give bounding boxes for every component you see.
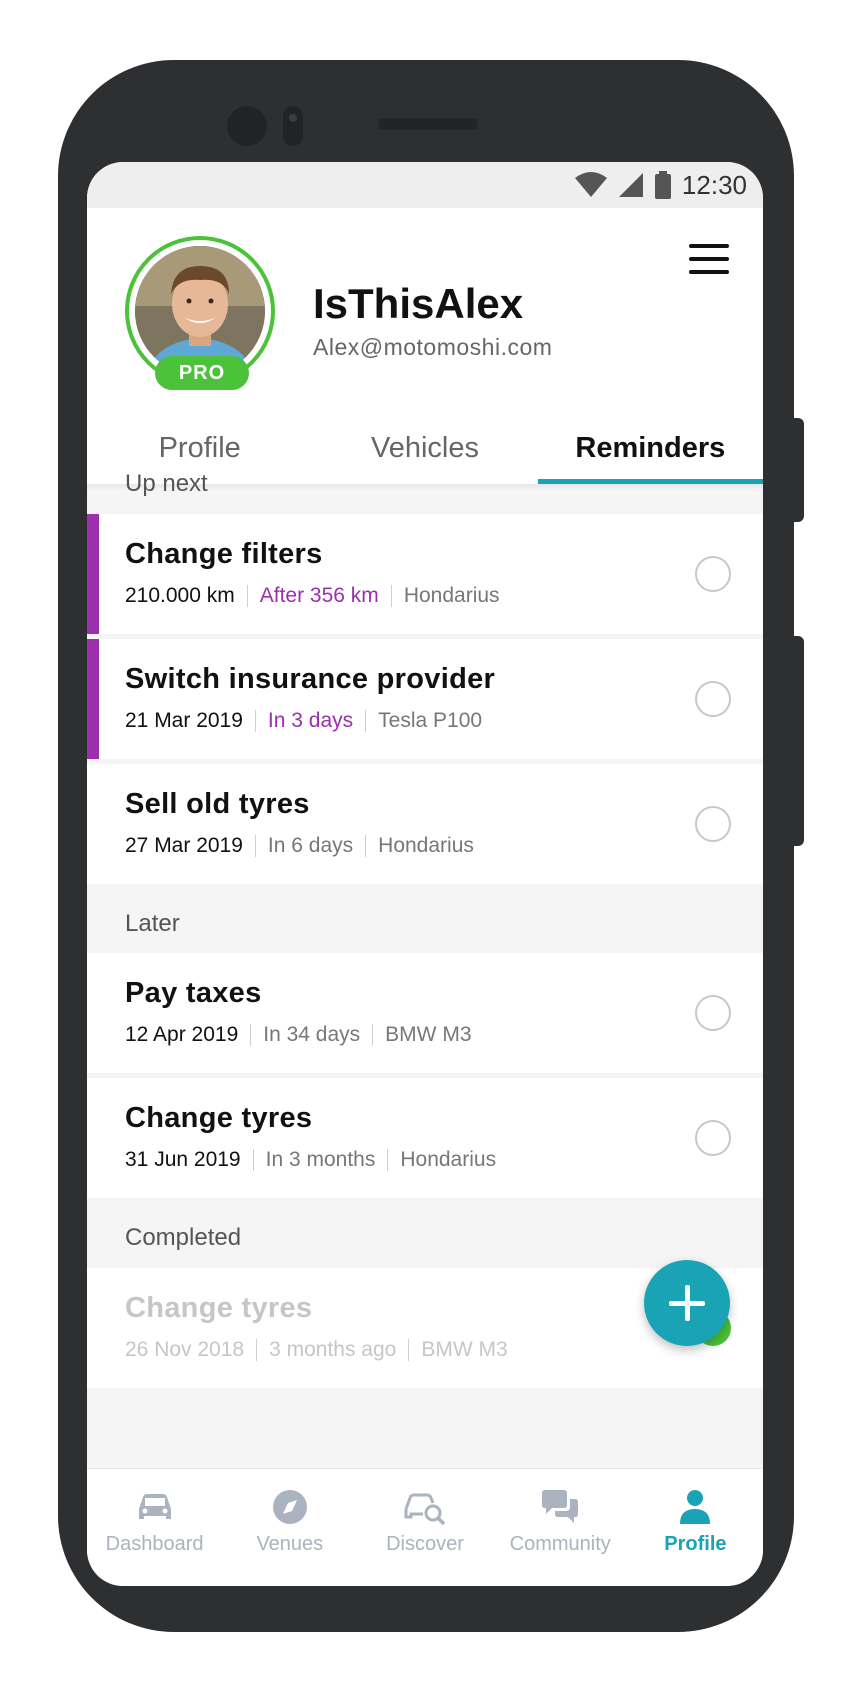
tab-vehicles[interactable]: Vehicles bbox=[312, 418, 537, 484]
reminder-meta: 12 Apr 2019 In 34 days BMW M3 bbox=[125, 1023, 472, 1047]
volume-button bbox=[790, 418, 804, 522]
reminder-due: After 356 km bbox=[259, 584, 379, 607]
urgent-indicator bbox=[87, 639, 99, 759]
complete-checkbox[interactable] bbox=[695, 556, 731, 592]
section-label-up-next: Up next bbox=[125, 470, 208, 497]
cellular-signal-icon bbox=[618, 173, 643, 197]
reminder-vehicle: Hondarius bbox=[403, 584, 500, 607]
car-icon bbox=[138, 1494, 171, 1519]
reminder-when: 210.000 km bbox=[125, 584, 235, 607]
reminder-vehicle: BMW M3 bbox=[385, 1023, 472, 1046]
complete-checkbox[interactable] bbox=[695, 681, 731, 717]
reminder-card[interactable]: Switch insurance provider 21 Mar 2019 In… bbox=[87, 639, 763, 759]
reminder-title: Change filters bbox=[125, 538, 323, 570]
nav-profile[interactable]: Profile bbox=[628, 1469, 763, 1586]
power-button bbox=[790, 636, 804, 846]
complete-checkbox[interactable] bbox=[695, 806, 731, 842]
nav-label: Community bbox=[509, 1533, 611, 1555]
earpiece-speaker bbox=[378, 118, 478, 130]
reminder-card[interactable]: Change filters 210.000 km After 356 km H… bbox=[87, 514, 763, 634]
car-search-icon bbox=[404, 1493, 446, 1526]
nav-dashboard[interactable]: Dashboard bbox=[87, 1469, 222, 1586]
complete-checkbox[interactable] bbox=[695, 1120, 731, 1156]
reminder-vehicle: Hondarius bbox=[378, 834, 474, 857]
reminder-due: 3 months ago bbox=[269, 1338, 397, 1361]
hamburger-menu-icon[interactable] bbox=[689, 244, 729, 274]
bottom-navigation: Dashboard Venues Discover Community Prof… bbox=[87, 1468, 763, 1586]
front-camera bbox=[227, 106, 267, 146]
compass-icon bbox=[272, 1490, 307, 1524]
user-email: Alex@motomoshi.com bbox=[313, 334, 553, 360]
reminder-title: Pay taxes bbox=[125, 977, 262, 1009]
reminder-card[interactable]: Pay taxes 12 Apr 2019 In 34 days BMW M3 bbox=[87, 953, 763, 1073]
section-label-completed: Completed bbox=[125, 1224, 242, 1251]
reminder-title: Switch insurance provider bbox=[125, 663, 496, 695]
reminder-vehicle: Hondarius bbox=[400, 1148, 497, 1171]
reminder-title: Change tyres bbox=[125, 1102, 313, 1134]
reminder-meta: 31 Jun 2019 In 3 months Hondarius bbox=[125, 1148, 496, 1172]
nav-discover[interactable]: Discover bbox=[357, 1469, 492, 1586]
reminder-title: Change tyres bbox=[125, 1292, 313, 1324]
reminder-card[interactable]: Change tyres 31 Jun 2019 In 3 months Hon… bbox=[87, 1078, 763, 1198]
nav-label: Discover bbox=[386, 1533, 464, 1555]
reminder-when: 31 Jun 2019 bbox=[125, 1148, 241, 1171]
battery-icon bbox=[654, 171, 671, 199]
reminder-meta: 21 Mar 2019 In 3 days Tesla P100 bbox=[125, 709, 482, 733]
nav-community[interactable]: Community bbox=[493, 1469, 628, 1586]
reminder-card[interactable]: Sell old tyres 27 Mar 2019 In 6 days Hon… bbox=[87, 764, 763, 884]
reminder-due: In 34 days bbox=[263, 1023, 361, 1046]
reminder-meta: 27 Mar 2019 In 6 days Hondarius bbox=[125, 834, 474, 858]
reminder-meta: 210.000 km After 356 km Hondarius bbox=[125, 584, 500, 608]
nav-venues[interactable]: Venues bbox=[222, 1469, 357, 1586]
nav-label: Venues bbox=[256, 1533, 324, 1555]
person-icon bbox=[680, 1490, 711, 1524]
username: IsThisAlex bbox=[313, 280, 524, 327]
reminder-when: 27 Mar 2019 bbox=[125, 834, 243, 857]
nav-label: Dashboard bbox=[105, 1533, 204, 1555]
nav-label: Profile bbox=[664, 1533, 727, 1555]
reminder-title: Sell old tyres bbox=[125, 788, 310, 820]
reminder-due: In 3 days bbox=[267, 709, 354, 732]
complete-checkbox[interactable] bbox=[695, 995, 731, 1031]
sensor bbox=[283, 106, 303, 146]
pro-badge: PRO bbox=[155, 356, 249, 390]
section-label-later: Later bbox=[125, 910, 180, 937]
status-time: 12:30 bbox=[681, 169, 747, 200]
reminder-due: In 6 days bbox=[267, 834, 354, 857]
reminder-vehicle: Tesla P100 bbox=[378, 709, 483, 732]
chat-bubbles-icon bbox=[542, 1490, 579, 1523]
reminder-due: In 3 months bbox=[265, 1148, 376, 1171]
reminder-vehicle: BMW M3 bbox=[421, 1338, 508, 1361]
wifi-icon bbox=[574, 172, 607, 197]
reminder-when: 12 Apr 2019 bbox=[125, 1023, 239, 1046]
reminder-meta: 26 Nov 2018 3 months ago BMW M3 bbox=[125, 1338, 508, 1362]
tab-reminders[interactable]: Reminders bbox=[537, 418, 763, 484]
urgent-indicator bbox=[87, 514, 99, 634]
add-reminder-button[interactable] bbox=[644, 1260, 730, 1346]
status-bar: 12:30 bbox=[87, 162, 763, 208]
profile-header: PRO IsThisAlex Alex@motomoshi.com Profil… bbox=[87, 208, 763, 484]
reminder-when: 26 Nov 2018 bbox=[125, 1338, 245, 1361]
app-screen: 12:30 PRO IsThisAlex Alex@motomoshi.com … bbox=[87, 162, 763, 1586]
reminder-when: 21 Mar 2019 bbox=[125, 709, 243, 732]
